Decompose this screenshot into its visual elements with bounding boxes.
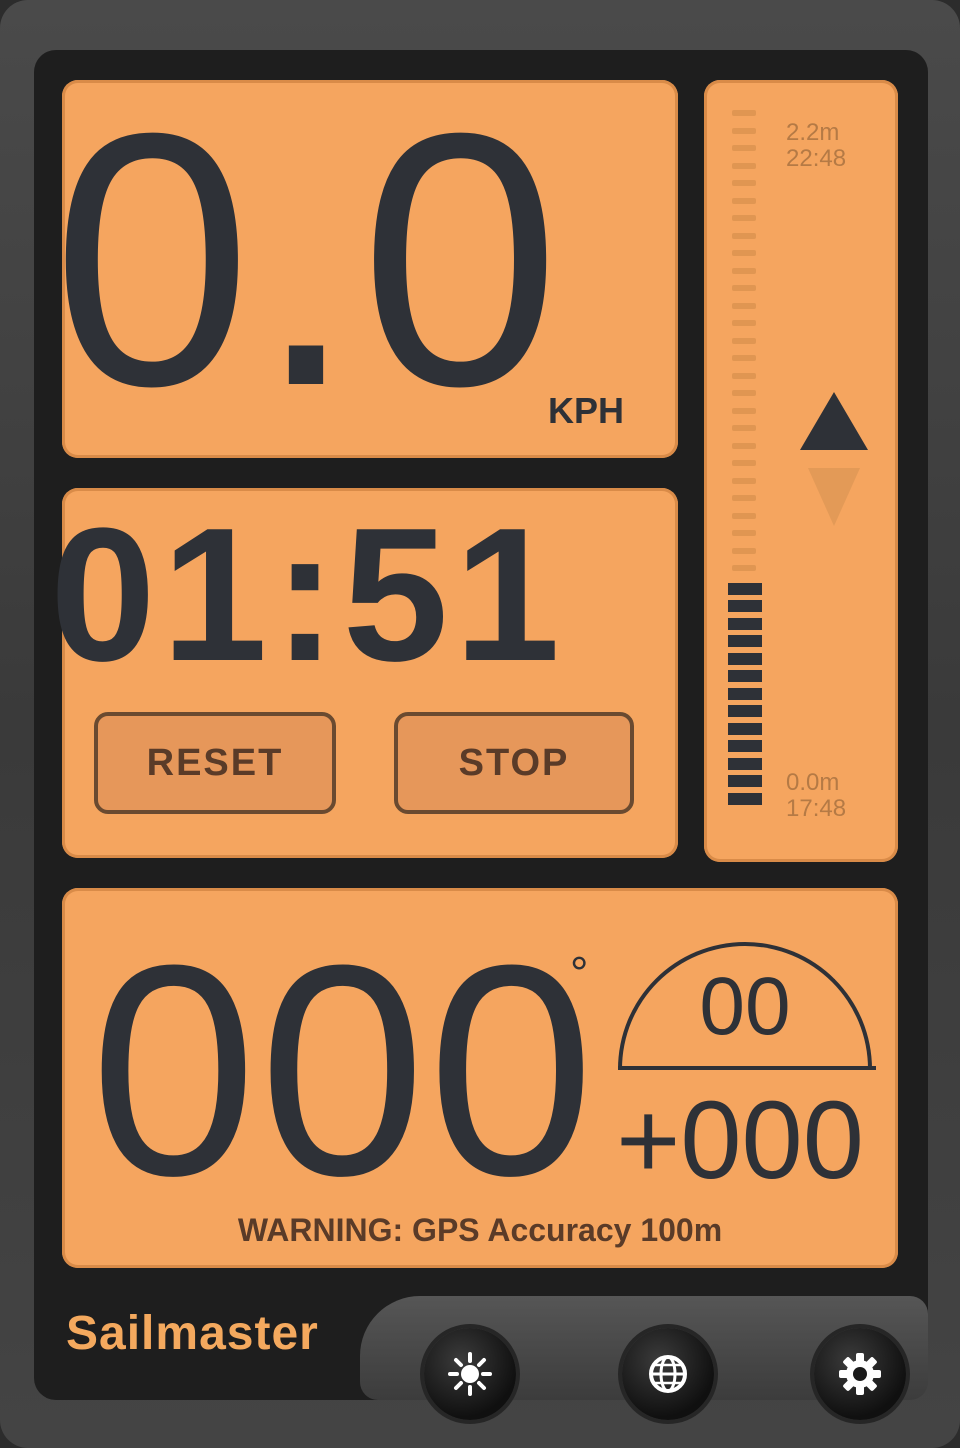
tide-scale-tick — [732, 390, 756, 396]
tide-level-bar — [728, 652, 762, 665]
reset-button[interactable]: RESET — [94, 712, 336, 814]
globe-icon — [646, 1352, 690, 1396]
tide-scale-tick — [732, 565, 756, 571]
tide-scale-tick — [732, 232, 756, 239]
settings-button[interactable] — [814, 1328, 906, 1420]
stop-button[interactable]: STOP — [394, 712, 634, 814]
gps-warning: WARNING: GPS Accuracy 100m — [237, 1212, 723, 1248]
gear-icon — [837, 1351, 883, 1397]
tide-scale-tick — [732, 425, 756, 431]
tide-scale-tick — [732, 530, 756, 536]
tide-level-bar — [728, 705, 762, 717]
tide-level-bar — [728, 617, 762, 630]
tide-level-bar — [728, 757, 762, 770]
tide-scale-tick — [732, 180, 756, 186]
tide-scale-tick — [732, 512, 756, 519]
sun-icon — [448, 1352, 492, 1396]
tide-level-bar — [728, 792, 762, 805]
timer-value: 01:51 — [50, 489, 566, 701]
wind-arc-base — [618, 1066, 876, 1070]
tide-level-bar — [728, 775, 762, 787]
tide-scale-tick — [732, 127, 756, 134]
tide-falling-icon — [808, 468, 860, 526]
tide-level-bar — [728, 670, 762, 682]
brand-logo: Sailmaster — [66, 1307, 319, 1360]
tide-scale-tick — [732, 372, 756, 379]
map-button[interactable] — [622, 1328, 714, 1420]
tide-scale-tick — [732, 547, 756, 554]
tide-scale-tick — [732, 320, 756, 326]
tide-scale-tick — [732, 337, 756, 344]
tide-scale-tick — [732, 162, 756, 169]
tide-scale-tick — [732, 267, 756, 274]
degree-symbol: ° — [570, 947, 589, 999]
gauge-top-label: 2.2m 22:48 — [786, 119, 847, 172]
heading-value: 000 — [90, 902, 597, 1238]
tide-scale-tick — [732, 355, 756, 361]
tide-rising-icon — [800, 392, 868, 450]
tide-scale-tick — [732, 460, 756, 466]
wind-value: 00 — [699, 961, 791, 1052]
tide-level-bar — [728, 740, 762, 752]
tide-scale-tick — [732, 477, 756, 484]
tide-scale-tick — [732, 110, 756, 116]
speed-unit: KPH — [548, 390, 625, 431]
tide-scale-tick — [732, 495, 756, 501]
tide-level-bar — [728, 582, 762, 595]
tide-scale-tick — [732, 197, 756, 204]
tide-scale-tick — [732, 285, 756, 291]
gauge-bottom-label: 0.0m 17:48 — [786, 769, 847, 822]
tide-scale-tick — [732, 250, 756, 256]
tide-scale-tick — [732, 302, 756, 309]
tide-scale-tick — [732, 442, 756, 449]
tide-scale-tick — [732, 145, 756, 151]
brightness-button[interactable] — [424, 1328, 516, 1420]
tide-scale-tick — [732, 407, 756, 414]
tide-scale-tick — [732, 215, 756, 221]
tide-level-bar — [728, 600, 762, 612]
tide-level-bar — [728, 635, 762, 647]
tide-level-bar — [728, 687, 762, 700]
tide-scale — [724, 110, 772, 820]
speed-value: 0.0 — [51, 59, 565, 461]
heading-offset: +000 — [616, 1079, 864, 1202]
tide-level-bar — [728, 722, 762, 735]
